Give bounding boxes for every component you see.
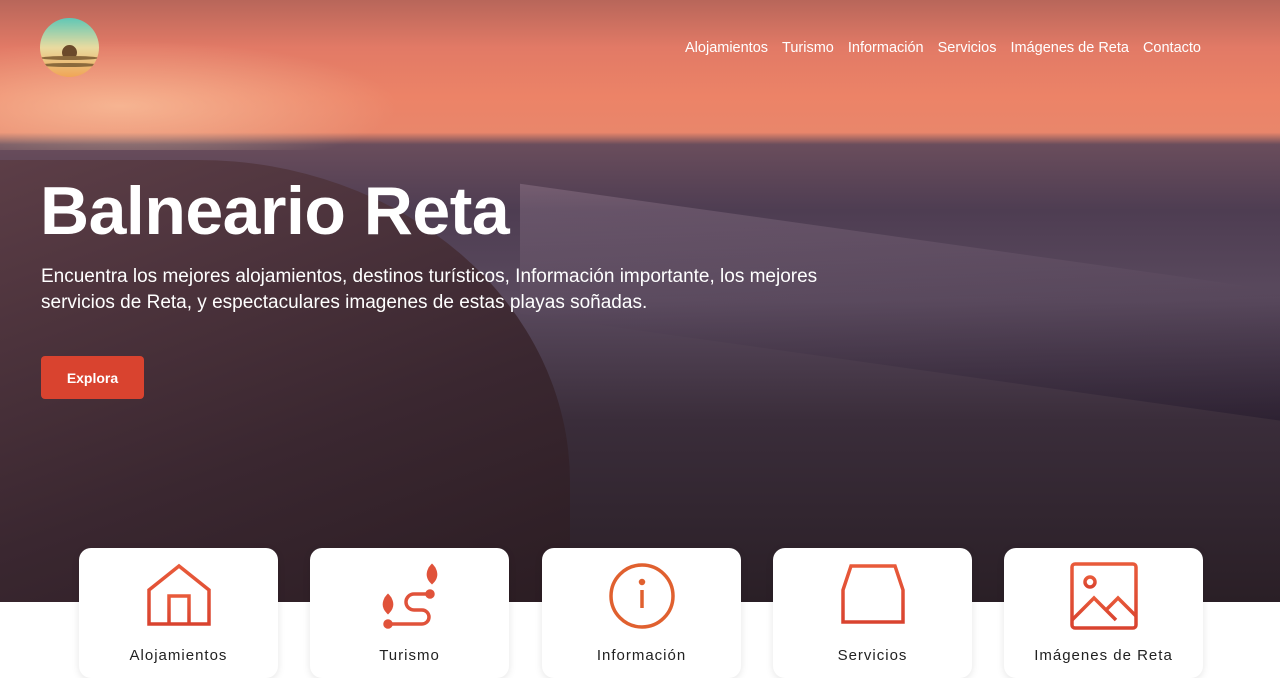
logo-wave [40, 63, 99, 67]
logo[interactable] [40, 18, 99, 77]
nav-informacion[interactable]: Información [848, 40, 924, 56]
image-icon [1070, 562, 1138, 630]
nav-contacto[interactable]: Contacto [1143, 40, 1201, 56]
house-icon [147, 563, 211, 626]
nav-turismo[interactable]: Turismo [782, 40, 834, 56]
nav-alojamientos[interactable]: Alojamientos [685, 40, 768, 56]
card-imagenes[interactable]: Imágenes de Reta [1004, 548, 1203, 678]
card-turismo[interactable]: Turismo [310, 548, 509, 678]
explore-button[interactable]: Explora [41, 356, 144, 399]
hero-subtitle: Encuentra los mejores alojamientos, dest… [41, 266, 818, 313]
card-label: Alojamientos [129, 647, 228, 664]
card-label: Servicios [837, 647, 908, 664]
card-label: Turismo [379, 647, 440, 664]
hero-title: Balneario Reta [40, 173, 510, 249]
card-informacion[interactable]: Información [542, 548, 741, 678]
card-label: Imágenes de Reta [1034, 647, 1173, 664]
server-icon [841, 564, 905, 624]
nav-servicios[interactable]: Servicios [938, 40, 997, 56]
logo-wave [40, 56, 99, 60]
route-icon [382, 563, 438, 629]
card-label: Información [596, 647, 687, 664]
info-icon [609, 563, 675, 629]
main-nav: Alojamientos Turismo Información Servici… [685, 40, 1201, 56]
nav-imagenes[interactable]: Imágenes de Reta [1010, 40, 1129, 56]
card-alojamientos[interactable]: Alojamientos [79, 548, 278, 678]
card-servicios[interactable]: Servicios [773, 548, 972, 678]
